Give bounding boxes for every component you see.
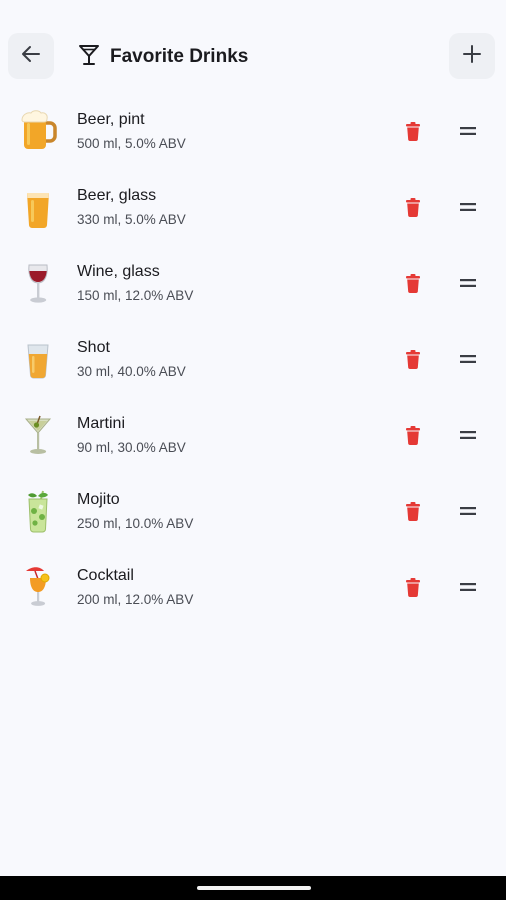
trash-icon[interactable] [401,271,425,295]
trash-icon[interactable] [401,499,425,523]
drag-handle-icon[interactable] [456,575,480,599]
home-gesture-handle[interactable] [197,886,311,890]
mojito-icon [18,489,58,533]
drag-handle-icon[interactable] [456,347,480,371]
list-item[interactable]: Shot 30 ml, 40.0% ABV [0,321,506,397]
trash-icon[interactable] [401,575,425,599]
drink-name: Martini [77,415,126,432]
trash-icon[interactable] [401,347,425,371]
list-item[interactable]: Beer, pint 500 ml, 5.0% ABV [0,93,506,169]
page-title: Favorite Drinks [78,43,248,71]
wine-glass-icon [18,261,58,305]
back-button[interactable] [8,33,54,79]
page-title-text: Favorite Drinks [110,46,249,67]
trash-icon[interactable] [401,195,425,219]
beer-glass-icon [18,185,58,229]
drag-handle-icon[interactable] [456,499,480,523]
drag-handle-icon[interactable] [456,195,480,219]
drink-name: Mojito [77,491,120,508]
list-item[interactable]: Cocktail 200 ml, 12.0% ABV [0,549,506,625]
drag-handle-icon[interactable] [456,423,480,447]
add-drink-button[interactable] [449,33,495,79]
drink-detail: 200 ml, 12.0% ABV [77,592,194,607]
drink-detail: 250 ml, 10.0% ABV [77,516,194,531]
list-item[interactable]: Wine, glass 150 ml, 12.0% ABV [0,245,506,321]
drink-name: Beer, glass [77,187,157,204]
drink-detail: 30 ml, 40.0% ABV [77,364,186,379]
drink-detail: 150 ml, 12.0% ABV [77,288,194,303]
drag-handle-icon[interactable] [456,119,480,143]
tropical-cocktail-icon [18,565,58,609]
drink-name: Shot [77,339,110,356]
system-navigation-bar [0,876,506,900]
cocktail-glass-icon [78,43,100,72]
list-item[interactable]: Beer, glass 330 ml, 5.0% ABV [0,169,506,245]
list-item[interactable]: Martini 90 ml, 30.0% ABV [0,397,506,473]
drink-detail: 330 ml, 5.0% ABV [77,212,186,227]
drag-handle-icon[interactable] [456,271,480,295]
drink-detail: 500 ml, 5.0% ABV [77,136,186,151]
drink-name: Beer, pint [77,111,145,128]
beer-mug-icon [18,109,58,153]
martini-icon [18,413,58,457]
drink-detail: 90 ml, 30.0% ABV [77,440,186,455]
trash-icon[interactable] [401,119,425,143]
arrow-left-icon [19,42,43,71]
drink-list: Beer, pint 500 ml, 5.0% ABV Beer, glass … [0,93,506,625]
shot-glass-icon [18,337,58,381]
plus-icon [461,43,483,70]
list-item[interactable]: Mojito 250 ml, 10.0% ABV [0,473,506,549]
drink-name: Wine, glass [77,263,160,280]
trash-icon[interactable] [401,423,425,447]
drink-name: Cocktail [77,567,134,584]
